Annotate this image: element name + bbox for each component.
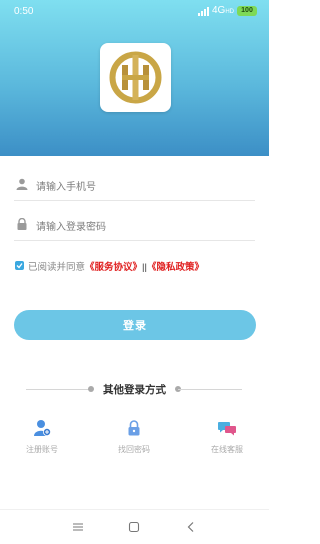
register-account-label: 注册账号 bbox=[26, 445, 58, 454]
password-field[interactable]: 请输入登录密码 bbox=[14, 207, 255, 241]
network-suffix: HD bbox=[225, 8, 234, 15]
menu-icon[interactable] bbox=[71, 520, 85, 534]
service-agreement-link[interactable]: 《服务协议》 bbox=[85, 262, 142, 273]
header-banner: 0:50 4GHD 100 bbox=[0, 0, 269, 156]
login-button[interactable]: 登录 bbox=[14, 310, 256, 340]
status-icons: 4GHD 100 bbox=[197, 5, 257, 18]
online-service-option[interactable]: 在线客服 bbox=[197, 419, 257, 455]
agreement-text: 已阅读并同意《服务协议》||《隐私政策》 bbox=[28, 259, 204, 273]
other-login-header: 其他登录方式 bbox=[0, 382, 269, 396]
agreement-prefix: 已阅读并同意 bbox=[28, 262, 86, 273]
divider-right bbox=[178, 389, 242, 390]
logo-emblem-icon bbox=[109, 51, 162, 104]
network-type: 4G bbox=[211, 4, 226, 16]
lock-icon bbox=[128, 420, 140, 436]
status-time: 0:50 bbox=[14, 6, 34, 17]
battery-icon: 100 bbox=[237, 6, 257, 16]
register-user-icon bbox=[34, 420, 51, 436]
home-square-icon[interactable] bbox=[127, 520, 141, 534]
password-placeholder: 请输入登录密码 bbox=[36, 222, 106, 233]
chat-bubbles-icon bbox=[218, 422, 236, 436]
status-bar: 0:50 4GHD 100 bbox=[0, 0, 269, 22]
recover-password-label: 找回密码 bbox=[118, 445, 150, 454]
phone-field[interactable]: 请输入手机号 bbox=[14, 167, 255, 201]
user-icon bbox=[16, 178, 28, 190]
app-logo bbox=[100, 43, 171, 112]
network-indicator: 4GHD bbox=[212, 5, 234, 18]
signal-icon bbox=[197, 6, 209, 16]
system-nav-bar bbox=[0, 509, 269, 544]
check-icon bbox=[16, 263, 23, 269]
lock-icon bbox=[17, 218, 27, 230]
agreement-row: 已阅读并同意《服务协议》||《隐私政策》 bbox=[14, 259, 264, 273]
agreement-checkbox[interactable] bbox=[15, 261, 24, 270]
register-account-option[interactable]: 注册账号 bbox=[12, 419, 72, 455]
back-chevron-icon[interactable] bbox=[184, 520, 198, 534]
recover-password-option[interactable]: 找回密码 bbox=[104, 419, 164, 455]
privacy-policy-link[interactable]: 《隐私政策》 bbox=[147, 262, 204, 273]
online-service-label: 在线客服 bbox=[211, 445, 243, 454]
phone-placeholder: 请输入手机号 bbox=[36, 182, 96, 193]
